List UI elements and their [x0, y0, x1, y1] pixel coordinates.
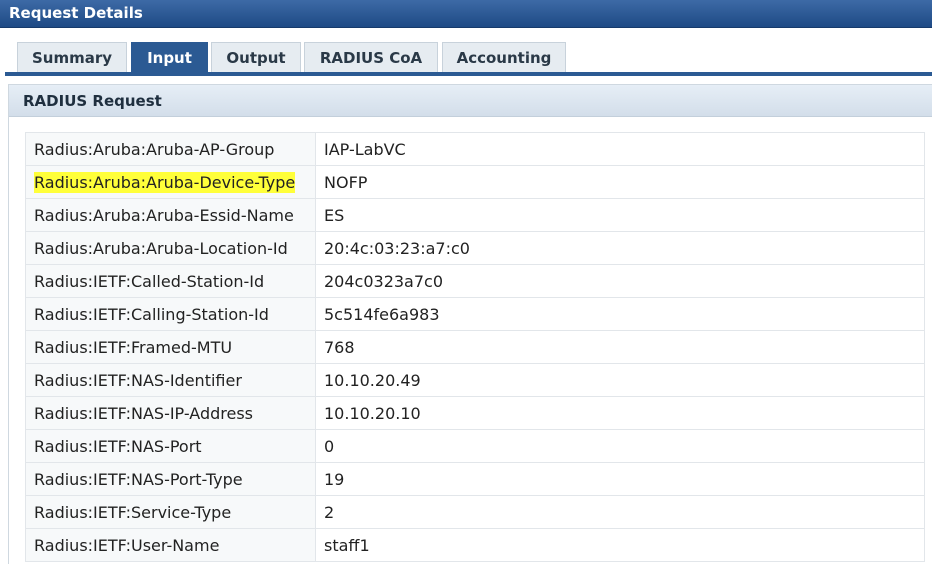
- attribute-value: ES: [315, 198, 925, 232]
- attribute-value: 10.10.20.49: [315, 363, 925, 397]
- table-row: Radius:IETF:NAS-Identifier 10.10.20.49: [25, 363, 925, 397]
- attribute-value: 768: [315, 330, 925, 364]
- table-row: Radius:Aruba:Aruba-Location-Id 20:4c:03:…: [25, 231, 925, 265]
- table-row: Radius:IETF:Framed-MTU 768: [25, 330, 925, 364]
- attribute-name: Radius:IETF:NAS-Port: [25, 429, 316, 463]
- table-row: Radius:IETF:User-Name staff1: [25, 528, 925, 562]
- attributes-table: Radius:Aruba:Aruba-AP-Group IAP-LabVC Ra…: [25, 132, 925, 562]
- window-title: Request Details: [9, 4, 143, 22]
- attribute-value: staff1: [315, 528, 925, 562]
- attribute-name: Radius:IETF:NAS-Identifier: [25, 363, 316, 397]
- table-row: Radius:IETF:Service-Type 2: [25, 495, 925, 529]
- attribute-value: 10.10.20.10: [315, 396, 925, 430]
- attribute-name: Radius:IETF:Calling-Station-Id: [25, 297, 316, 331]
- attribute-name: Radius:Aruba:Aruba-Location-Id: [25, 231, 316, 265]
- panel-header: RADIUS Request: [9, 85, 932, 117]
- table-row: Radius:IETF:NAS-IP-Address 10.10.20.10: [25, 396, 925, 430]
- table-row: Radius:IETF:NAS-Port-Type 19: [25, 462, 925, 496]
- attribute-name: Radius:IETF:NAS-IP-Address: [25, 396, 316, 430]
- window-header: Request Details: [0, 0, 932, 28]
- attribute-name-highlighted: Radius:Aruba:Aruba-Device-Type: [25, 165, 316, 199]
- table-row: Radius:Aruba:Aruba-Device-Type NOFP: [25, 165, 925, 199]
- table-row: Radius:IETF:Calling-Station-Id 5c514fe6a…: [25, 297, 925, 331]
- radius-request-panel: RADIUS Request Radius:Aruba:Aruba-AP-Gro…: [8, 84, 932, 564]
- highlight-mark: Radius:Aruba:Aruba-Device-Type: [34, 171, 296, 193]
- tab-summary[interactable]: Summary: [17, 42, 127, 72]
- attribute-name: Radius:IETF:Service-Type: [25, 495, 316, 529]
- tab-underline: [5, 72, 932, 76]
- attribute-value: 19: [315, 462, 925, 496]
- attribute-value: 5c514fe6a983: [315, 297, 925, 331]
- attribute-name: Radius:IETF:User-Name: [25, 528, 316, 562]
- attribute-name: Radius:Aruba:Aruba-AP-Group: [25, 132, 316, 166]
- tab-radius-coa[interactable]: RADIUS CoA: [304, 42, 438, 72]
- attribute-value: 204c0323a7c0: [315, 264, 925, 298]
- tab-input[interactable]: Input: [131, 42, 208, 72]
- attribute-value: 20:4c:03:23:a7:c0: [315, 231, 925, 265]
- attribute-name: Radius:Aruba:Aruba-Essid-Name: [25, 198, 316, 232]
- panel-title: RADIUS Request: [23, 92, 162, 110]
- table-row: Radius:Aruba:Aruba-Essid-Name ES: [25, 198, 925, 232]
- attribute-value: IAP-LabVC: [315, 132, 925, 166]
- attribute-name: Radius:IETF:Framed-MTU: [25, 330, 316, 364]
- tab-output[interactable]: Output: [211, 42, 301, 72]
- tab-strip: Summary Input Output RADIUS CoA Accounti…: [0, 28, 932, 78]
- attribute-name: Radius:IETF:NAS-Port-Type: [25, 462, 316, 496]
- attribute-name: Radius:IETF:Called-Station-Id: [25, 264, 316, 298]
- table-row: Radius:IETF:NAS-Port 0: [25, 429, 925, 463]
- attribute-value: NOFP: [315, 165, 925, 199]
- table-row: Radius:IETF:Called-Station-Id 204c0323a7…: [25, 264, 925, 298]
- attribute-value: 2: [315, 495, 925, 529]
- table-row: Radius:Aruba:Aruba-AP-Group IAP-LabVC: [25, 132, 925, 166]
- attribute-value: 0: [315, 429, 925, 463]
- tab-accounting[interactable]: Accounting: [442, 42, 566, 72]
